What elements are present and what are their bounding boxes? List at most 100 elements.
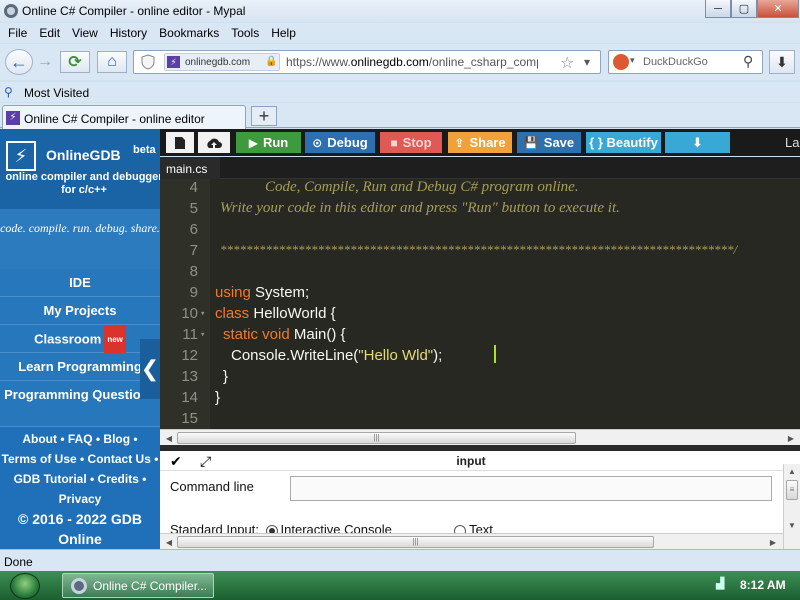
command-line-input[interactable] (290, 476, 772, 501)
window-titlebar: Online C# Compiler - online editor - Myp… (0, 0, 800, 22)
io-vertical-scrollbar[interactable]: ▲ ≡ ▼ (783, 464, 800, 549)
url-text[interactable]: https://www.onlinegdb.com/online_csharp_… (286, 55, 538, 69)
fold-arrow-icon[interactable]: ▾ (200, 330, 205, 340)
site-chip-label: onlinegdb.com (185, 57, 251, 68)
share-label: Share (469, 135, 506, 150)
download-button[interactable]: ⬇ (769, 50, 795, 74)
sidebar-collapse-button[interactable]: ❮ (140, 339, 160, 399)
menu-history[interactable]: History (104, 26, 153, 40)
editor-horizontal-scrollbar[interactable]: ◀ ||| ▶ (160, 429, 800, 445)
back-button[interactable]: ← (5, 49, 33, 75)
download-code-button[interactable]: ⬇ (665, 132, 730, 153)
footer-links-row-1[interactable]: About • FAQ • Blog • (0, 429, 160, 449)
code-line: } (223, 368, 229, 385)
scrollbar-thumb[interactable]: ≡ (786, 480, 798, 500)
tab-title: Online C# Compiler - online editor (24, 112, 205, 126)
menu-file[interactable]: File (2, 26, 33, 40)
search-icon[interactable]: ⚲ (743, 53, 753, 70)
menu-bookmarks[interactable]: Bookmarks (153, 26, 225, 40)
maximize-button[interactable]: ▢ (731, 0, 757, 18)
copyright: © 2016 - 2022 GDB Online (18, 511, 142, 547)
io-panel-title: input (456, 454, 486, 468)
sidebar-item-learn-programming[interactable]: Learn Programming (0, 353, 160, 381)
close-button[interactable]: ✕ (757, 0, 799, 18)
sidebar-item-programming-questions[interactable]: Programming Questions (0, 381, 160, 427)
sidebar-item-classroom[interactable]: Classroom new (0, 325, 160, 355)
new-tab-button[interactable]: + (251, 106, 277, 126)
scroll-left-icon[interactable]: ◀ (162, 431, 176, 445)
scroll-left-icon[interactable]: ◀ (162, 535, 176, 549)
windows-taskbar: Online C# Compiler... ▟ 8:12 AM (0, 571, 800, 600)
tab-online-csharp-compiler[interactable]: ⚡ Online C# Compiler - online editor (2, 105, 246, 129)
scroll-right-icon[interactable]: ▶ (766, 535, 780, 549)
footer-links-row-4[interactable]: Privacy (0, 489, 160, 509)
new-file-icon[interactable] (166, 132, 194, 153)
run-button[interactable]: ▶ Run (236, 132, 301, 153)
most-visited-icon: ⚲ (4, 85, 13, 99)
line-number: 8 (189, 263, 198, 280)
code-line: Write your code in this editor and press… (220, 200, 620, 216)
file-tabs: main.cs (160, 157, 800, 179)
code-editor[interactable]: 4 5 6 7 8 9 10 11 12 13 14 15 ▾ ▾ Code, … (160, 179, 800, 429)
scroll-up-icon[interactable]: ▲ (785, 464, 799, 478)
upload-icon[interactable] (198, 132, 230, 153)
status-text: Done (4, 555, 33, 569)
line-number: 5 (189, 200, 198, 217)
beta-label: beta (133, 144, 156, 156)
reload-button[interactable]: ⟳ (60, 51, 90, 73)
line-number: 9 (189, 284, 198, 301)
code-line: Code, Compile, Run and Debug C# program … (220, 179, 579, 195)
line-number: 10 (181, 305, 198, 322)
sidebar-footer-links: About • FAQ • Blog • Terms of Use • Cont… (0, 429, 160, 509)
scrollbar-thumb[interactable]: ||| (177, 536, 654, 548)
search-engine-dropdown-icon[interactable]: ▾ (630, 55, 635, 66)
debug-button[interactable]: ⊙ Debug (305, 132, 375, 153)
forward-button[interactable]: → (34, 52, 56, 72)
taskbar-item-browser[interactable]: Online C# Compiler... (62, 573, 214, 598)
stop-label: Stop (402, 135, 432, 150)
stop-button[interactable]: ■ Stop (380, 132, 442, 153)
onlinegdb-logo-icon[interactable]: ⚡ (6, 141, 36, 171)
code-line: using System; (215, 284, 309, 301)
taskbar-clock[interactable]: 8:12 AM (740, 578, 786, 592)
sidebar-item-my-projects[interactable]: My Projects (0, 297, 160, 325)
menu-help[interactable]: Help (265, 26, 302, 40)
window-title: Online C# Compiler - online editor - Myp… (22, 4, 246, 18)
io-horizontal-scrollbar[interactable]: ◀ ||| ▶ (160, 533, 783, 549)
status-bar: Done (0, 549, 800, 571)
home-button[interactable]: ⌂ (97, 51, 127, 73)
menu-bar: File Edit View History Bookmarks Tools H… (0, 23, 800, 43)
url-bar[interactable]: ⚡ onlinegdb.com 🔒 https://www.onlinegdb.… (133, 50, 601, 74)
network-tray-icon[interactable]: ▟ (716, 577, 730, 591)
footer-links-row-3[interactable]: GDB Tutorial • Credits • (0, 469, 160, 489)
file-tab-main-cs[interactable]: main.cs (160, 157, 220, 179)
menu-view[interactable]: View (66, 26, 104, 40)
scrollbar-thumb[interactable]: ||| (177, 432, 576, 444)
footer-links-row-2[interactable]: Terms of Use • Contact Us • (0, 449, 160, 469)
minimize-button[interactable]: ─ (705, 0, 731, 18)
start-button[interactable] (10, 573, 40, 599)
sidebar-item-ide[interactable]: IDE (0, 269, 160, 297)
line-number: 4 (189, 179, 198, 196)
beautify-button[interactable]: { } Beautify (586, 132, 661, 153)
menu-edit[interactable]: Edit (33, 26, 66, 40)
menu-tools[interactable]: Tools (225, 26, 265, 40)
share-button[interactable]: ⇪ Share (448, 132, 512, 153)
code-text: Main() { (289, 326, 346, 343)
most-visited-link[interactable]: Most Visited (24, 86, 89, 100)
url-dropdown-icon[interactable]: ▾ (584, 55, 590, 69)
run-label: Run (262, 135, 289, 150)
onlinegdb-favicon: ⚡ (167, 56, 180, 68)
search-bar[interactable]: ▾ DuckDuckGo ⚲ (608, 50, 763, 74)
scroll-down-icon[interactable]: ▼ (785, 518, 799, 532)
url-domain: onlinegdb.com (350, 55, 429, 69)
scroll-right-icon[interactable]: ▶ (784, 431, 798, 445)
line-number: 7 (189, 242, 198, 259)
site-identity-chip[interactable]: ⚡ onlinegdb.com 🔒 (164, 53, 280, 71)
bookmark-star-icon[interactable]: ☆ (560, 53, 574, 73)
fold-arrow-icon[interactable]: ▾ (200, 309, 205, 319)
save-button[interactable]: 💾 Save (517, 132, 581, 153)
line-number: 11 (182, 326, 198, 343)
language-label[interactable]: La (785, 135, 799, 150)
code-text: HelloWorld { (249, 305, 336, 322)
